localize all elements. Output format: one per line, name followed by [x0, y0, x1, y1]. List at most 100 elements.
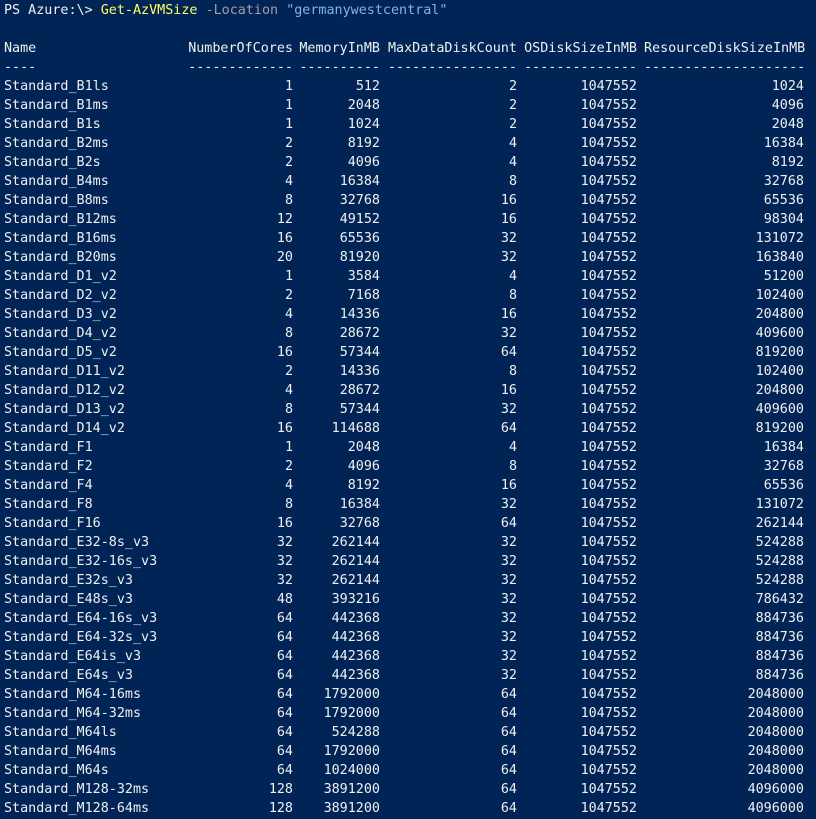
table-row-cell: 1047552 [580, 668, 637, 683]
table-row-cell: 1047552 [580, 744, 637, 759]
table-row-cell: Standard_B1ls [4, 79, 109, 94]
table-row-cell: 1047552 [580, 79, 637, 94]
table-row-cell: Standard_E48s_v3 [4, 592, 133, 607]
table-row-cell: Standard_F2 [4, 459, 93, 474]
table-row-cell: 8 [284, 497, 293, 512]
table-row-cell: Standard_D2_v2 [4, 288, 117, 303]
table-row-cell: Standard_E64s_v3 [4, 668, 133, 683]
table-row-cell: 1047552 [580, 801, 637, 816]
table-row-cell: 102400 [755, 364, 804, 379]
table-row-cell: 2048000 [747, 725, 804, 740]
table-row-cell: 4096000 [747, 782, 804, 797]
table-row-cell: Standard_D12_v2 [4, 383, 125, 398]
table-row-cell: 1047552 [580, 421, 637, 436]
table-row-cell: 1792000 [323, 687, 380, 702]
table-row-cell: 16 [276, 345, 293, 360]
table-row-cell: 2 [284, 364, 293, 379]
table-row-cell: 884736 [755, 630, 804, 645]
table-row-cell: 1047552 [580, 155, 637, 170]
table-header-row-cell: NumberOfCores [188, 41, 293, 56]
table-row-cell: 8 [508, 364, 517, 379]
table-row-cell: 20 [276, 250, 293, 265]
table-row-cell: 64 [276, 744, 293, 759]
table-row-cell: 4096 [347, 155, 380, 170]
table-row-cell: 1047552 [580, 573, 637, 588]
table-row-cell: 8192 [347, 136, 380, 151]
table-row-cell: 1047552 [580, 535, 637, 550]
table-row-cell: 32 [500, 611, 517, 626]
table-row-cell: 4 [284, 478, 293, 493]
table-row-cell: 32 [276, 535, 293, 550]
table-row-cell: 64 [500, 345, 517, 360]
table-row-cell: 819200 [755, 345, 804, 360]
table-row-cell: 1047552 [580, 649, 637, 664]
table-row-cell: 1047552 [580, 231, 637, 246]
table-row-cell: 32 [500, 231, 517, 246]
prompt-text: PS Azure:\> [4, 3, 101, 18]
table-row-cell: Standard_F1 [4, 440, 93, 455]
table-row-cell: 1047552 [580, 725, 637, 740]
table-row-cell: 1047552 [580, 250, 637, 265]
table-row-cell: Standard_E32-16s_v3 [4, 554, 158, 569]
table-row-cell: Standard_D1_v2 [4, 269, 117, 284]
table-row-cell: 64 [500, 782, 517, 797]
table-row-cell: 1047552 [580, 136, 637, 151]
table-row-cell: Standard_M128-32ms [4, 782, 150, 797]
table-row-cell: Standard_B2ms [4, 136, 109, 151]
table-row-cell: 1047552 [580, 288, 637, 303]
table-row-cell: Standard_B1ms [4, 98, 109, 113]
table-row-cell: 1047552 [580, 630, 637, 645]
command-argument: "germanywestcentral" [286, 3, 448, 18]
table-row-cell: 8 [284, 402, 293, 417]
table-row-cell: 884736 [755, 668, 804, 683]
table-row-cell: 32 [500, 630, 517, 645]
table-row-cell: 4 [284, 174, 293, 189]
table-row-cell: 64 [276, 706, 293, 721]
table-row-cell: 1 [284, 98, 293, 113]
table-row-cell: 16384 [339, 174, 380, 189]
table-row-cell: 524288 [331, 725, 380, 740]
table-separator-row-cell: -------------- [524, 60, 637, 75]
table-row-cell: 1792000 [323, 706, 380, 721]
table-row-cell: 64 [500, 516, 517, 531]
command-parameter: -Location [205, 3, 279, 18]
table-row-cell: Standard_F8 [4, 497, 93, 512]
table-row-cell: 4096000 [747, 801, 804, 816]
table-row-cell: 16384 [763, 440, 804, 455]
table-row-cell: Standard_B16ms [4, 231, 117, 246]
table-row-cell: 884736 [755, 649, 804, 664]
table-header-row-cell: OSDiskSizeInMB [524, 41, 637, 56]
table-row-cell: 64 [276, 668, 293, 683]
table-row-cell: 32768 [763, 174, 804, 189]
powershell-terminal[interactable]: PS Azure:\> Get-AzVMSize -Location "germ… [0, 0, 816, 819]
table-row-cell: Standard_B2s [4, 155, 101, 170]
table-row-cell: 64 [276, 763, 293, 778]
table-row-cell: 1047552 [580, 706, 637, 721]
table-row-cell: Standard_D14_v2 [4, 421, 125, 436]
table-row-cell: 8 [508, 459, 517, 474]
table-row-cell: 1047552 [580, 364, 637, 379]
command-line: PS Azure:\> Get-AzVMSize -Location "germ… [4, 1, 447, 20]
table-row-cell: 65536 [763, 478, 804, 493]
table-row-cell: 14336 [339, 307, 380, 322]
table-row-cell: Standard_B20ms [4, 250, 117, 265]
table-separator-row-cell: ---- [4, 60, 37, 75]
table-row-cell: 1047552 [580, 763, 637, 778]
table-row-cell: 32 [500, 649, 517, 664]
table-row-cell: 512 [355, 79, 380, 94]
table-row-cell: 48 [276, 592, 293, 607]
table-row-cell: 442368 [331, 649, 380, 664]
table-row-cell: 102400 [755, 288, 804, 303]
table-row-cell: 4 [508, 136, 517, 151]
table-row-cell: 32 [500, 573, 517, 588]
table-row-cell: 64 [500, 706, 517, 721]
table-row-cell: 442368 [331, 630, 380, 645]
table-row-cell: 262144 [331, 573, 380, 588]
table-row-cell: 409600 [755, 326, 804, 341]
table-row-cell: 4 [508, 155, 517, 170]
table-row-cell: 16 [500, 193, 517, 208]
table-row-cell: Standard_D4_v2 [4, 326, 117, 341]
table-row-cell: 524288 [755, 554, 804, 569]
table-row-cell: 64 [276, 725, 293, 740]
table-row-cell: 32 [500, 592, 517, 607]
